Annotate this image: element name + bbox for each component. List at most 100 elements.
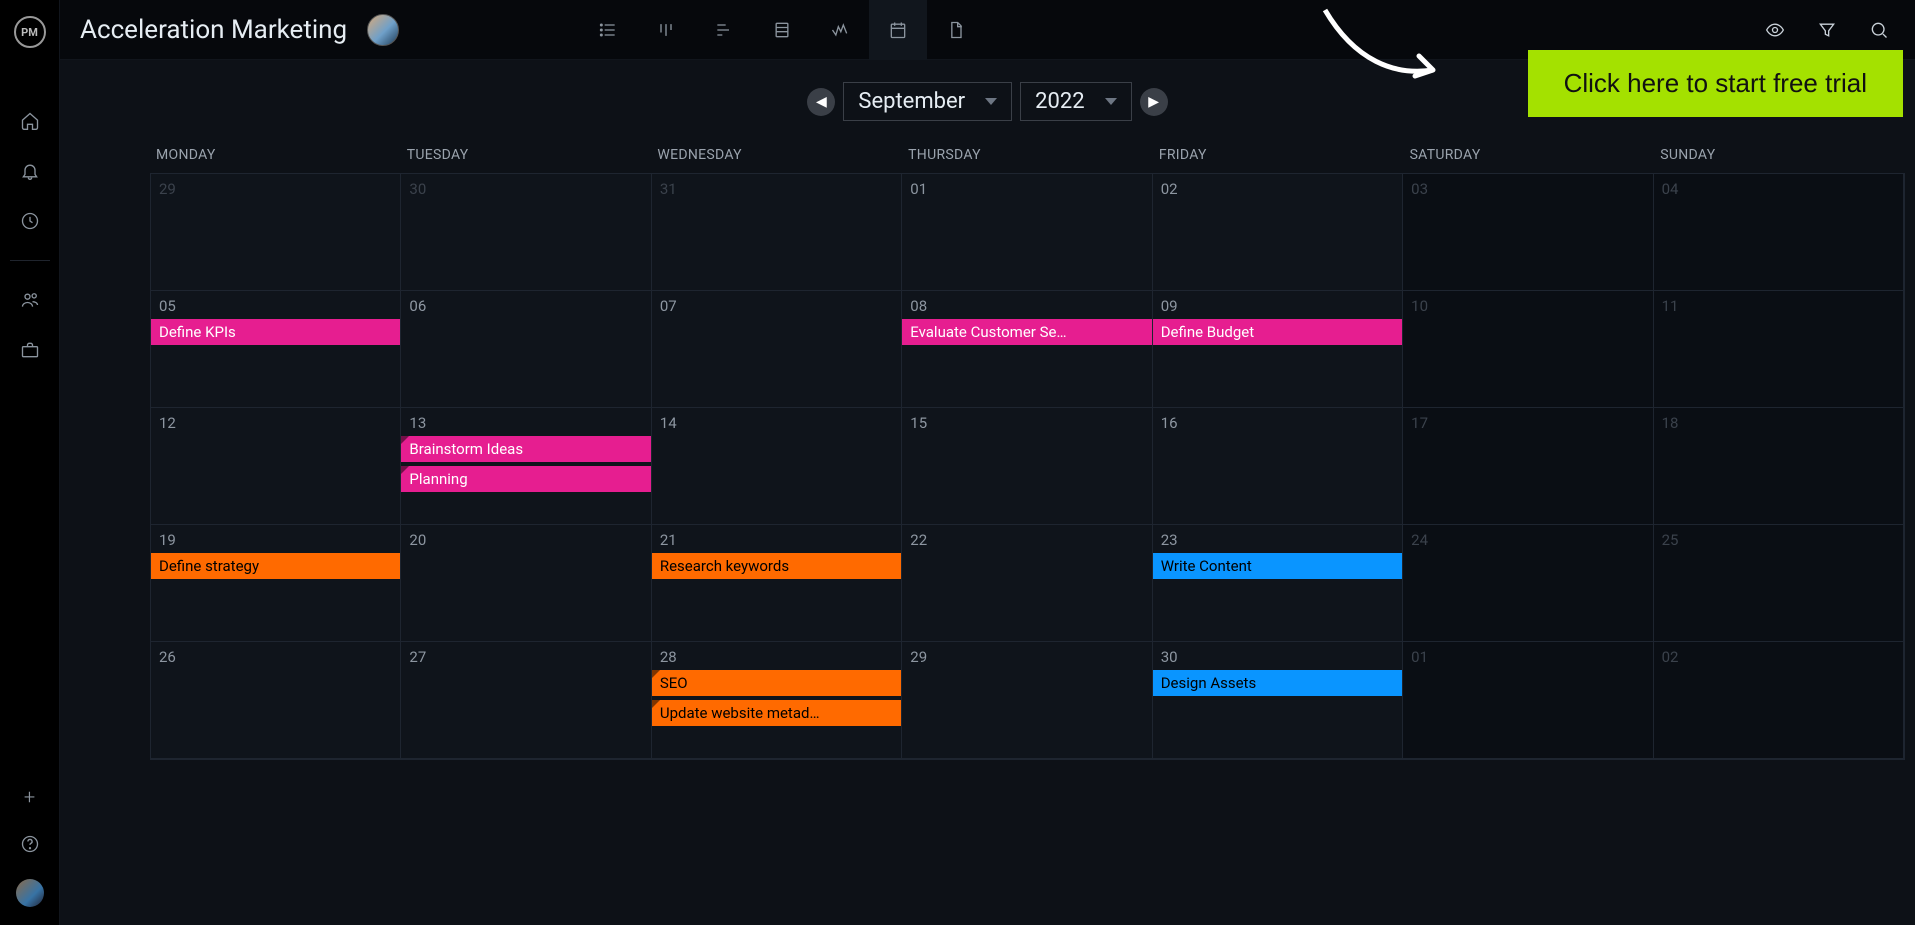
calendar-cell[interactable]: 11 — [1654, 291, 1904, 408]
day-number: 04 — [1654, 180, 1903, 198]
prev-month-button[interactable]: ◀ — [807, 88, 835, 116]
calendar-cell[interactable]: 30 — [401, 174, 651, 291]
calendar-cell[interactable]: 15 — [902, 408, 1152, 525]
day-header: SUNDAY — [1654, 139, 1905, 173]
search-icon[interactable] — [1869, 20, 1889, 40]
calendar-cell[interactable]: 20 — [401, 525, 651, 642]
day-number: 21 — [652, 531, 901, 549]
filter-icon[interactable] — [1817, 20, 1837, 40]
event-corner-marker — [652, 670, 660, 678]
clock-icon[interactable] — [19, 210, 41, 232]
calendar-event[interactable]: Research keywords — [652, 553, 901, 579]
view-switcher — [579, 0, 985, 60]
add-button[interactable]: + — [24, 785, 35, 809]
calendar-cell[interactable]: 02 — [1153, 174, 1403, 291]
day-number: 01 — [902, 180, 1151, 198]
calendar-cell[interactable]: 24 — [1403, 525, 1653, 642]
view-sheet-icon[interactable] — [753, 0, 811, 60]
logo-text: PM — [21, 26, 38, 39]
month-dropdown[interactable]: September — [843, 82, 1012, 121]
calendar-cell[interactable]: 17 — [1403, 408, 1653, 525]
calendar-event[interactable]: Evaluate Customer Se… — [902, 319, 1151, 345]
calendar-cell[interactable]: 18 — [1654, 408, 1904, 525]
calendar-cell[interactable]: 29 — [151, 174, 401, 291]
calendar-event[interactable]: Define Budget — [1153, 319, 1402, 345]
calendar-cell[interactable]: 29 — [902, 642, 1152, 759]
calendar-cell[interactable]: 12 — [151, 408, 401, 525]
calendar-cell[interactable]: 01 — [902, 174, 1152, 291]
visibility-icon[interactable] — [1765, 20, 1785, 40]
left-sidebar: PM + — [0, 0, 60, 925]
calendar-event[interactable]: Update website metad… — [652, 700, 901, 726]
briefcase-icon[interactable] — [19, 339, 41, 361]
day-number: 12 — [151, 414, 400, 432]
calendar-event[interactable]: SEO — [652, 670, 901, 696]
view-dashboard-icon[interactable] — [811, 0, 869, 60]
calendar-cell[interactable]: 09Define Budget — [1153, 291, 1403, 408]
year-dropdown[interactable]: 2022 — [1020, 82, 1131, 121]
calendar-event[interactable]: Define KPIs — [151, 319, 400, 345]
help-icon[interactable] — [19, 833, 41, 855]
calendar-cell[interactable]: 30Design Assets — [1153, 642, 1403, 759]
day-header: TUESDAY — [401, 139, 652, 173]
calendar-event[interactable]: Brainstorm Ideas — [401, 436, 650, 462]
calendar-cell[interactable]: 16 — [1153, 408, 1403, 525]
calendar-cell[interactable]: 07 — [652, 291, 902, 408]
calendar-cell[interactable]: 05Define KPIs — [151, 291, 401, 408]
day-header: THURSDAY — [902, 139, 1153, 173]
bell-icon[interactable] — [19, 160, 41, 182]
day-number: 10 — [1403, 297, 1652, 315]
calendar-cell[interactable]: 14 — [652, 408, 902, 525]
calendar-event[interactable]: Write Content — [1153, 553, 1402, 579]
calendar-cell[interactable]: 21 Research keywords — [652, 525, 902, 642]
day-number: 06 — [401, 297, 650, 315]
day-number: 23 — [1153, 531, 1402, 549]
project-avatar[interactable] — [367, 14, 399, 46]
calendar-cell[interactable]: 31 — [652, 174, 902, 291]
calendar-cell[interactable]: 19Define strategy — [151, 525, 401, 642]
calendar-cell[interactable]: 27 — [401, 642, 651, 759]
view-list-icon[interactable] — [579, 0, 637, 60]
calendar-cell[interactable]: 08Evaluate Customer Se… — [902, 291, 1152, 408]
view-gantt-icon[interactable] — [695, 0, 753, 60]
calendar-cell[interactable]: 01 — [1403, 642, 1653, 759]
calendar-cell[interactable]: 03 — [1403, 174, 1653, 291]
calendar-cell[interactable]: 04 — [1654, 174, 1904, 291]
calendar-cell[interactable]: 06 — [401, 291, 651, 408]
calendar-cell[interactable]: 28 SEO Update website metad… — [652, 642, 902, 759]
calendar-event[interactable]: Define strategy — [151, 553, 400, 579]
calendar-grid: 2930310102030405Define KPIs060708Evaluat… — [150, 173, 1905, 760]
day-number: 13 — [401, 414, 650, 432]
year-label: 2022 — [1035, 89, 1084, 114]
view-board-icon[interactable] — [637, 0, 695, 60]
topbar-right-actions — [1765, 20, 1895, 40]
calendar-cell[interactable]: 10 — [1403, 291, 1653, 408]
day-number: 11 — [1654, 297, 1903, 315]
view-calendar-icon[interactable] — [869, 0, 927, 60]
calendar-cell[interactable]: 23 Write Content — [1153, 525, 1403, 642]
calendar-cell[interactable]: 26 — [151, 642, 401, 759]
day-number: 28 — [652, 648, 901, 666]
project-title: Acceleration Marketing — [80, 15, 347, 45]
calendar-event[interactable]: Planning — [401, 466, 650, 492]
day-number: 15 — [902, 414, 1151, 432]
day-number: 18 — [1654, 414, 1903, 432]
view-files-icon[interactable] — [927, 0, 985, 60]
app-logo[interactable]: PM — [14, 16, 46, 48]
next-month-button[interactable]: ▶ — [1140, 88, 1168, 116]
calendar-cell[interactable]: 22 — [902, 525, 1152, 642]
calendar-cell[interactable]: 25 — [1654, 525, 1904, 642]
day-number: 29 — [902, 648, 1151, 666]
calendar: MONDAYTUESDAYWEDNESDAYTHURSDAYFRIDAYSATU… — [60, 139, 1915, 760]
calendar-event[interactable]: Design Assets — [1153, 670, 1402, 696]
day-number: 22 — [902, 531, 1151, 549]
day-number: 27 — [401, 648, 650, 666]
start-trial-button[interactable]: Click here to start free trial — [1528, 50, 1903, 117]
people-icon[interactable] — [19, 289, 41, 311]
user-avatar-sidebar[interactable] — [16, 879, 44, 907]
main-area: Acceleration Marketing Click here to sta… — [60, 0, 1915, 925]
day-number: 25 — [1654, 531, 1903, 549]
calendar-cell[interactable]: 13 Brainstorm Ideas Planning — [401, 408, 651, 525]
home-icon[interactable] — [19, 110, 41, 132]
calendar-cell[interactable]: 02 — [1654, 642, 1904, 759]
